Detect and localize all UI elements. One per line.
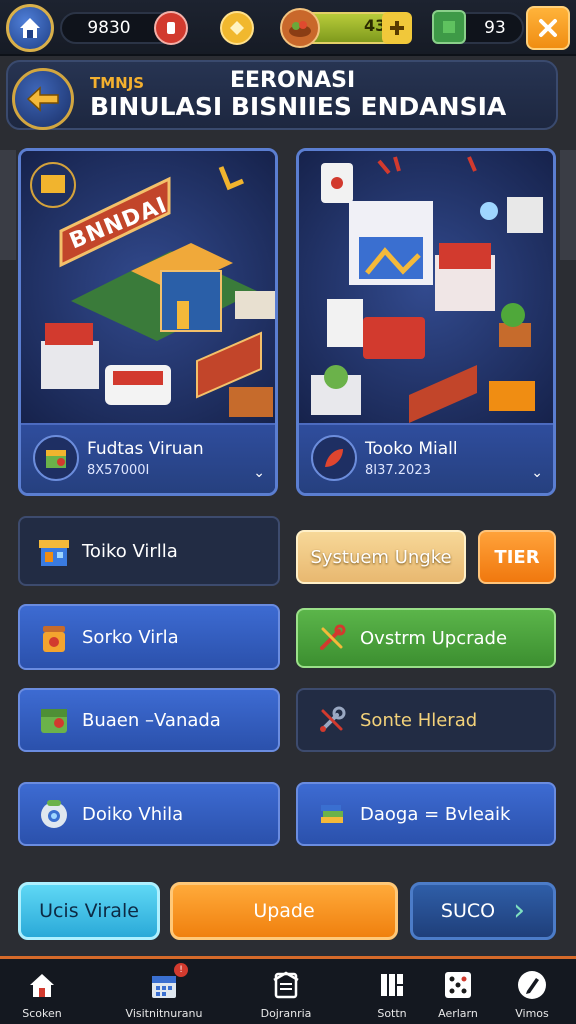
business-card-1[interactable]: BNNDAI Fudtas Viruan 8X57000I ⌄: [18, 148, 278, 496]
button-upgrade-green[interactable]: Ovstrm Upcrade: [296, 608, 556, 668]
robot-icon: [36, 796, 72, 832]
button-toiko-virlla-label: Toiko Virlla: [82, 540, 178, 562]
energy-plus-button[interactable]: [382, 12, 412, 44]
home-button[interactable]: [6, 4, 54, 52]
button-sonte-hlerad-label: Sonte Hlerad: [360, 709, 478, 731]
crate-icon: [36, 702, 72, 738]
nav-item-home[interactable]: Scoken: [2, 967, 82, 1020]
nav-item-edit[interactable]: Vimos: [492, 967, 572, 1020]
home-icon: [24, 967, 60, 1003]
stack-icon: [314, 796, 350, 832]
nav-item-calendar-label: Visitnitnuranu: [125, 1007, 203, 1020]
back-button[interactable]: [12, 68, 74, 130]
nav-item-settings-label: Sottn: [377, 1007, 407, 1020]
button-buaen-vanada[interactable]: Buaen –Vanada: [18, 688, 280, 752]
nav-item-games-label: Aerlarn: [438, 1007, 478, 1020]
nav-item-documents-label: Dojranria: [260, 1007, 312, 1020]
right-decoration: [560, 150, 576, 260]
pen-icon: [514, 967, 550, 1003]
button-system-upgrade[interactable]: Systuem Ungke: [296, 530, 466, 584]
close-button[interactable]: [526, 6, 570, 50]
left-decoration: [0, 150, 16, 260]
tier-button[interactable]: TIER: [478, 530, 556, 584]
button-sonte-hlerad[interactable]: Sonte Hlerad: [296, 688, 556, 752]
card-1-chevron-down-icon[interactable]: ⌄: [253, 465, 265, 481]
header-subtitle: EERONASI: [230, 68, 356, 93]
button-sorko-virla-label: Sorko Virla: [82, 626, 179, 648]
next-button-label: SUCO: [440, 900, 496, 922]
home-icon: [20, 18, 40, 38]
ruby-icon: [167, 22, 175, 34]
button-doiko-vhila[interactable]: Doiko Vhila: [18, 782, 280, 846]
document-icon: [268, 967, 304, 1003]
nav-notification-badge: !: [174, 963, 188, 977]
bottom-navigation: Scoken ! Visitnitnuranu Dojranria Sottn …: [0, 956, 576, 1024]
button-toiko-virlla[interactable]: Toiko Virlla: [18, 516, 280, 586]
chevron-right-icon: ›: [513, 893, 526, 928]
button-upgrade-green-label: Ovstrm Upcrade: [360, 627, 508, 649]
button-system-upgrade-label: Systuem Ungke: [310, 546, 452, 568]
button-buaen-vanada-label: Buaen –Vanada: [82, 709, 221, 731]
grid-icon: [374, 967, 410, 1003]
upgrade-button[interactable]: Upade: [170, 882, 398, 940]
card-1-code: 8X57000I: [87, 463, 150, 478]
business-card-2[interactable]: Tooko Miall 8I37.2023 ⌄: [296, 148, 556, 496]
bottom-action-left-label: Ucis Virale: [39, 900, 139, 922]
gold-currency-icon: [220, 11, 254, 45]
button-doiko-vhila-label: Doiko Vhila: [82, 803, 184, 825]
nav-item-edit-label: Vimos: [515, 1007, 549, 1020]
button-daoga-bvleaik[interactable]: Daoga = Bvleaik: [296, 782, 556, 846]
card-2-name: Tooko Miall: [365, 439, 458, 459]
button-sorko-virla[interactable]: Sorko Virla: [18, 604, 280, 670]
header-category: TMNJS: [90, 74, 145, 92]
close-icon: [539, 19, 557, 37]
shop-icon: [36, 533, 72, 569]
page-title: BINULASI BISNIIES ENDANSIA: [90, 92, 507, 121]
nav-item-games[interactable]: Aerlarn: [418, 967, 498, 1020]
plus-icon: [390, 21, 404, 35]
nav-item-documents[interactable]: Dojranria: [246, 967, 326, 1020]
energy-food-icon: [280, 8, 320, 48]
dice-icon: [440, 967, 476, 1003]
arrow-left-icon: [26, 86, 59, 112]
nav-item-calendar[interactable]: ! Visitnitnuranu: [124, 963, 204, 1020]
coin-value: 9830: [87, 18, 131, 38]
nav-item-home-label: Scoken: [22, 1007, 62, 1020]
bottom-action-left[interactable]: Ucis Virale: [18, 882, 160, 940]
wrench-icon: [314, 702, 350, 738]
next-button[interactable]: SUCO ›: [410, 882, 556, 940]
card-2-code: 8I37.2023: [365, 463, 431, 478]
card-2-chevron-down-icon[interactable]: ⌄: [531, 465, 543, 481]
button-daoga-bvleaik-label: Daoga = Bvleaik: [360, 803, 511, 825]
jar-icon: [36, 619, 72, 655]
card-2-leaf-icon: [311, 435, 357, 481]
card-2-footer: Tooko Miall 8I37.2023 ⌄: [299, 423, 553, 493]
top-resource-bar: 9830 43 93: [0, 0, 576, 56]
tools-icon: [314, 620, 350, 656]
tier-button-label: TIER: [494, 546, 540, 568]
card-1-footer: Fudtas Viruan 8X57000I ⌄: [21, 423, 275, 493]
card-1-crate-icon: [33, 435, 79, 481]
card-2-illustration: [299, 151, 553, 423]
coin-add-button[interactable]: [154, 11, 188, 45]
calendar-icon: !: [146, 963, 188, 1003]
card-1-name: Fudtas Viruan: [87, 439, 204, 459]
card-1-illustration: BNNDAI: [21, 151, 275, 423]
page-header: TMNJS EERONASI BINULASI BISNIIES ENDANSI…: [6, 60, 558, 130]
gem-value: 93: [484, 18, 506, 38]
upgrade-button-label: Upade: [253, 900, 315, 922]
green-gem-icon: [432, 10, 466, 44]
gold-gem-icon: [230, 21, 244, 35]
